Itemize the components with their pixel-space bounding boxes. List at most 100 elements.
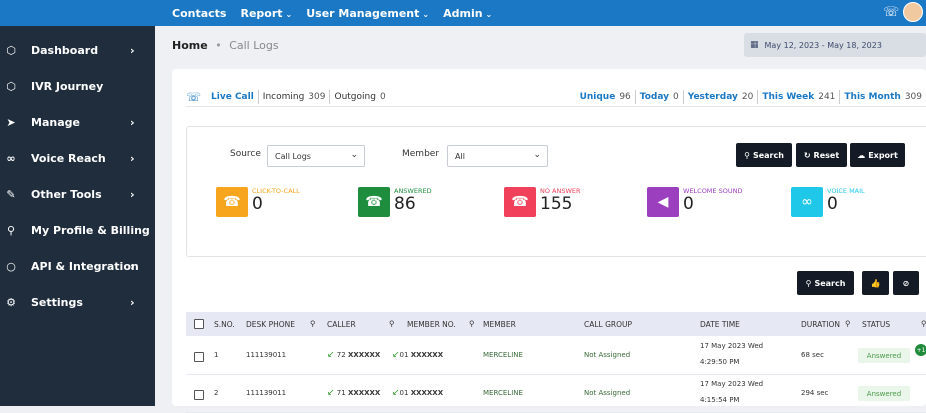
reset-button[interactable]: ↻ Reset — [796, 143, 847, 167]
reset-icon: ↻ — [803, 150, 811, 160]
tab-label: This Month — [844, 91, 901, 102]
table-row[interactable]: 2 111139011 ↙ 71 XXXXXX ↙01 XXXXXX MERCE… — [186, 375, 926, 413]
date-range-picker[interactable]: ▦ May 12, 2023 - May 18, 2023 — [744, 33, 926, 57]
nav-admin[interactable]: Admin ⌄ — [443, 7, 492, 20]
hide-button[interactable]: ⊘ — [893, 271, 919, 295]
col-status: STATUS — [862, 320, 891, 329]
member-prefix: 01 — [399, 389, 409, 397]
sidebar-item-voice-reach[interactable]: ∞ Voice Reach › — [0, 146, 155, 170]
voicemail-icon: ∞ — [6, 151, 16, 165]
col-sno: S.NO. — [214, 320, 235, 329]
phone-out-icon: ☎ — [216, 187, 248, 217]
search-icon[interactable]: ⚲ — [469, 319, 475, 328]
col-duration: DURATION — [801, 320, 841, 329]
cell-member: MERCELINE — [483, 351, 523, 359]
select-all-checkbox[interactable] — [194, 319, 204, 329]
export-button[interactable]: ☁ Export — [850, 143, 905, 167]
sidebar: ⬡ Dashboard › ⬡ IVR Journey ➤ Manage › ∞… — [0, 26, 155, 406]
search-button-label: Search — [752, 150, 784, 160]
breadcrumb-separator: • — [215, 39, 222, 52]
member-select[interactable]: All ⌄ — [447, 145, 548, 167]
circle-icon: ○ — [6, 259, 16, 273]
sidebar-item-settings[interactable]: ⚙ Settings › — [0, 290, 155, 314]
col-member: MEMBER — [483, 320, 516, 329]
cell-sno: 2 — [214, 389, 219, 397]
tab-incoming[interactable]: Incoming 309 — [259, 87, 330, 107]
row-checkbox[interactable] — [194, 352, 204, 362]
sidebar-item-manage[interactable]: ➤ Manage › — [0, 110, 155, 134]
voicemail-icon: ∞ — [791, 187, 823, 217]
cell-desk-phone: 111139011 — [246, 351, 287, 359]
tab-this-month[interactable]: This Month 309 — [840, 87, 926, 107]
date-range-text: May 12, 2023 - May 18, 2023 — [764, 40, 882, 50]
cell-sno: 1 — [214, 351, 219, 359]
tab-label: Yesterday — [687, 91, 738, 102]
nav-contacts[interactable]: Contacts — [172, 7, 226, 20]
member-mask: XXXXXX — [410, 351, 444, 359]
chevron-right-icon: › — [130, 43, 135, 57]
tab-outgoing[interactable]: Outgoing 0 — [330, 87, 389, 107]
member-select-value: All — [455, 151, 465, 161]
search-icon[interactable]: ⚲ — [310, 319, 316, 328]
search-button[interactable]: ⚲ Search — [736, 143, 792, 167]
cloud-upload-icon: ☁ — [857, 150, 866, 160]
col-desk-phone: DESK PHONE — [246, 320, 295, 329]
sidebar-item-label: Manage — [31, 115, 80, 129]
tab-this-week[interactable]: This Week 241 — [758, 87, 839, 107]
cell-call-group: Not Assigned — [584, 389, 631, 397]
sidebar-item-ivr-journey[interactable]: ⬡ IVR Journey — [0, 74, 155, 98]
tab-live-call[interactable]: Live Call — [207, 87, 258, 107]
nav-report[interactable]: Report ⌄ — [240, 7, 292, 20]
cell-caller: ↙ 72 XXXXXX — [327, 350, 380, 360]
table-search-button[interactable]: ⚲ Search — [797, 271, 854, 295]
breadcrumb-current: Call Logs — [229, 39, 279, 52]
breadcrumb-home[interactable]: Home — [172, 39, 208, 52]
sidebar-item-dashboard[interactable]: ⬡ Dashboard › — [0, 38, 155, 62]
tab-label: Unique — [579, 91, 616, 102]
sidebar-item-label: Settings — [31, 295, 83, 309]
calendar-icon: ▦ — [750, 40, 759, 50]
eye-slash-icon: ⊘ — [902, 278, 910, 288]
status-badge: Answered — [858, 386, 910, 401]
tab-today[interactable]: Today 0 — [636, 87, 683, 107]
table-row[interactable]: 1 111139011 ↙ 72 XXXXXX ↙01 XXXXXX MERCE… — [186, 337, 926, 375]
sidebar-item-api-integration[interactable]: ○ API & Integration › — [0, 254, 155, 278]
search-icon[interactable]: ⚲ — [921, 319, 926, 328]
row-checkbox[interactable] — [194, 390, 204, 400]
source-label: Source — [230, 149, 261, 159]
sidebar-item-my-profile-billing[interactable]: ⚲ My Profile & Billing — [0, 218, 155, 242]
tab-count: 0 — [379, 91, 386, 102]
chevron-down-icon: ⌄ — [485, 9, 493, 19]
stat-voice-mail[interactable]: ∞ VOICE MAIL 0 — [791, 181, 921, 221]
search-icon[interactable]: ⚲ — [389, 319, 395, 328]
stat-no-answer[interactable]: ☎ NO ANSWER 155 — [504, 181, 644, 221]
chevron-right-icon: › — [130, 259, 135, 273]
reset-button-label: Reset — [813, 150, 840, 160]
top-nav-bar: Contacts Report ⌄ User Management ⌄ Admin ⌄… — [0, 0, 926, 26]
sidebar-item-label: API & Integration — [31, 259, 139, 273]
phone-icon[interactable]: ☏ — [883, 5, 899, 20]
tab-count: 241 — [818, 91, 836, 102]
avatar[interactable] — [903, 2, 923, 22]
search-icon[interactable]: ⚲ — [845, 319, 851, 328]
arrow-in-icon: ↙ — [392, 388, 400, 398]
source-select[interactable]: Call Logs ⌄ — [267, 145, 365, 167]
stat-click-to-call[interactable]: ☎ CLICK-TO-CALL 0 — [216, 181, 356, 221]
cell-call-group: Not Assigned — [584, 351, 631, 359]
tab-yesterday[interactable]: Yesterday 20 — [684, 87, 758, 107]
nav-user-management[interactable]: User Management ⌄ — [306, 7, 429, 20]
tab-unique[interactable]: Unique 96 — [576, 87, 635, 107]
stat-answered[interactable]: ☎ ANSWERED 86 — [358, 181, 498, 221]
tab-count: 96 — [619, 91, 631, 102]
stat-value: 86 — [394, 194, 416, 214]
send-icon: ➤ — [6, 115, 16, 129]
plus-badge[interactable]: +1 — [915, 344, 926, 356]
source-select-value: Call Logs — [275, 151, 311, 161]
stat-welcome-sound[interactable]: ◀ WELCOME SOUND 0 — [647, 181, 787, 221]
sidebar-item-other-tools[interactable]: ✎ Other Tools › — [0, 182, 155, 206]
chevron-right-icon: › — [130, 115, 135, 129]
chevron-down-icon: ⌄ — [350, 150, 358, 160]
thumbs-up-button[interactable]: 👍 — [862, 271, 889, 295]
caller-mask: XXXXXX — [347, 351, 381, 359]
search-icon: ⚲ — [805, 278, 812, 288]
